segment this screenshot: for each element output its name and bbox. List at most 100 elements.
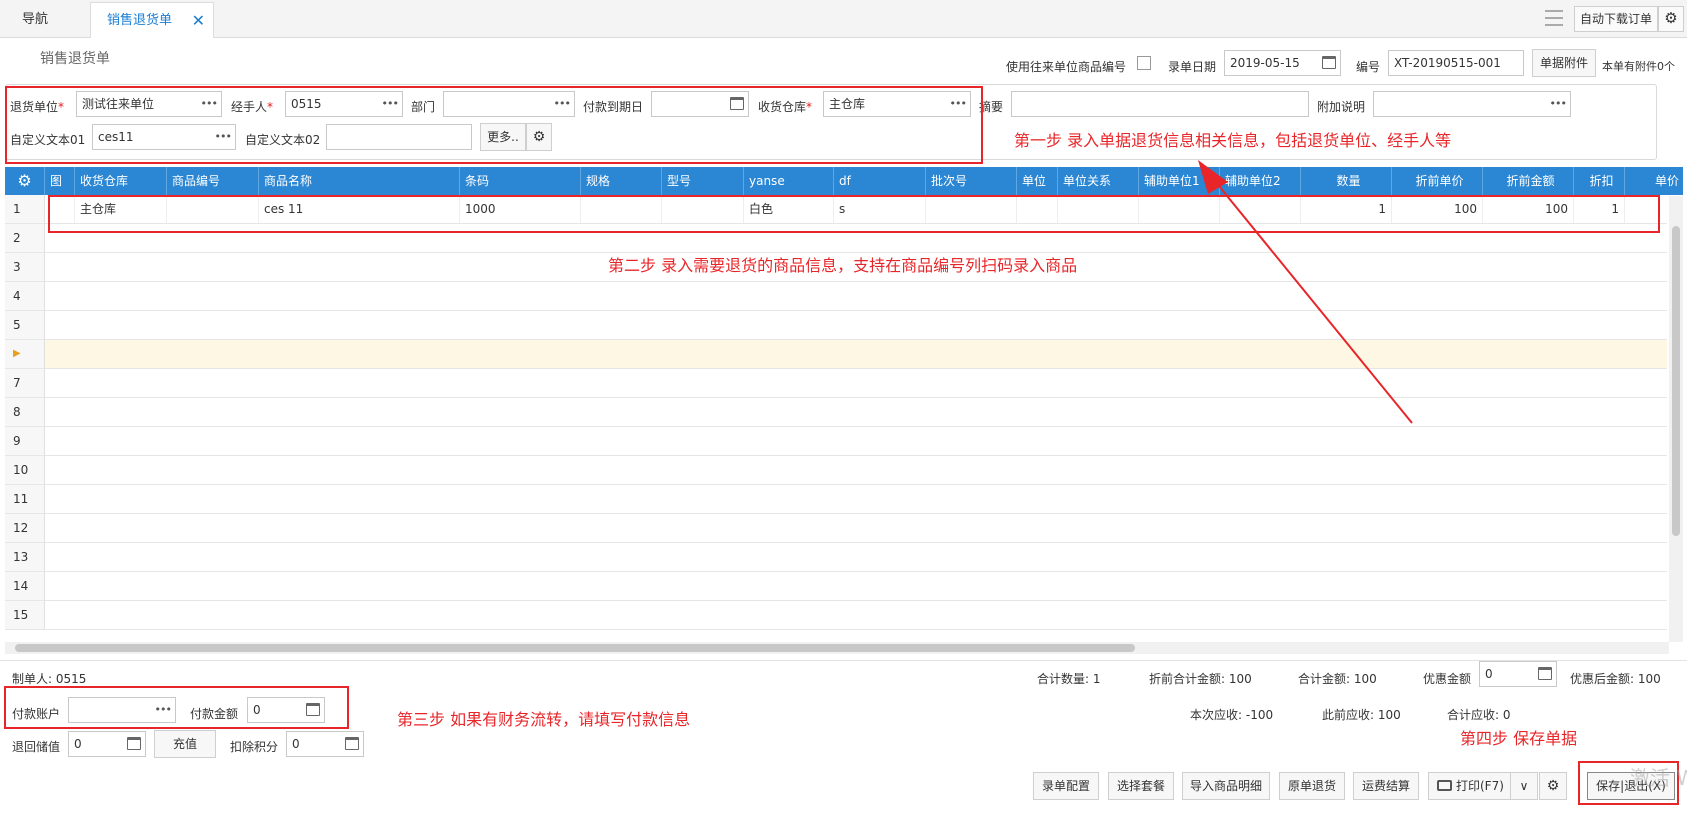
pre-discount-total: 折前合计金额: 100	[1149, 670, 1252, 687]
prev-receivable-label: 此前应收:	[1322, 708, 1375, 722]
horizontal-scrollbar[interactable]	[5, 642, 1669, 654]
row-number: 12	[5, 514, 45, 542]
list-icon[interactable]	[1545, 10, 1563, 26]
column-header[interactable]: 单价	[1625, 167, 1683, 195]
step4-annotation: 第四步 保存单据	[1460, 729, 1578, 748]
stored-value-input[interactable]: 0	[68, 731, 146, 757]
table-row[interactable]: 13	[5, 543, 1667, 572]
select-package-button[interactable]: 选择套餐	[1108, 772, 1174, 800]
total-qty-value: 1	[1092, 672, 1101, 686]
recharge-button[interactable]: 充值	[154, 730, 216, 758]
table-header: ⚙ 图 收货仓库 商品编号 商品名称 条码 规格 型号 yanse df 批次号…	[5, 167, 1683, 195]
date-label: 录单日期	[1168, 60, 1217, 74]
points-input[interactable]: 0	[286, 731, 364, 757]
maker-label: 制单人: 0515	[12, 670, 86, 687]
column-header[interactable]: 商品名称	[259, 167, 460, 195]
calculator-icon[interactable]	[127, 737, 141, 750]
row-number: 9	[5, 427, 45, 455]
discount-amount-value: 0	[1485, 667, 1493, 681]
attachment-button[interactable]: 单据附件	[1532, 49, 1596, 77]
column-header[interactable]: 单位关系	[1058, 167, 1139, 195]
column-header[interactable]: 收货仓库	[75, 167, 167, 195]
after-discount-value: 100	[1637, 672, 1661, 686]
column-header[interactable]: 折前金额	[1483, 167, 1574, 195]
vertical-scrollbar[interactable]	[1669, 196, 1683, 642]
step3-annotation: 第三步 如果有财务流转，请填写付款信息	[397, 710, 691, 729]
discount-amount-input[interactable]: 0	[1479, 661, 1557, 687]
maker-label-text: 制单人:	[12, 672, 53, 686]
column-header[interactable]: 折扣	[1574, 167, 1625, 195]
prev-receivable-value: 100	[1377, 708, 1401, 722]
row-number: 11	[5, 485, 45, 513]
date-value: 2019-05-15	[1230, 56, 1300, 70]
close-icon[interactable]: ✕	[192, 3, 205, 39]
step1-highlight-box	[5, 86, 983, 164]
calculator-icon[interactable]	[1538, 667, 1552, 680]
table-row[interactable]: 15	[5, 601, 1667, 630]
total-receivable-value: 0	[1502, 708, 1511, 722]
column-header[interactable]: 单位	[1017, 167, 1058, 195]
table-row[interactable]: 14	[5, 572, 1667, 601]
bill-no-input[interactable]: XT-20190515-001	[1388, 50, 1524, 76]
column-header[interactable]: 条码	[460, 167, 581, 195]
calendar-icon[interactable]	[1322, 56, 1336, 69]
auto-download-orders-button[interactable]: 自动下载订单	[1574, 6, 1658, 32]
freight-settle-button[interactable]: 运费结算	[1353, 772, 1419, 800]
tab-sales-return[interactable]: 销售退货单 ✕	[90, 2, 214, 38]
maker-value: 0515	[55, 672, 87, 686]
column-header[interactable]: 规格	[581, 167, 662, 195]
table-row[interactable]: 9	[5, 427, 1667, 456]
attachment-info: 本单有附件0个	[1602, 60, 1675, 73]
total-amount-value: 100	[1353, 672, 1377, 686]
step2-annotation: 第二步 录入需要退货的商品信息，支持在商品编号列扫码录入商品	[608, 256, 1078, 275]
stored-value-label: 退回储值	[12, 740, 61, 754]
table-row[interactable]: 12	[5, 514, 1667, 543]
use-partner-code-checkbox[interactable]	[1137, 56, 1151, 70]
print-settings-gear-icon[interactable]: ⚙	[1539, 772, 1567, 800]
print-dropdown-chevron-down-icon[interactable]: ∨	[1510, 772, 1538, 800]
calculator-icon[interactable]	[345, 737, 359, 750]
row-number: 14	[5, 572, 45, 600]
column-header[interactable]: 型号	[662, 167, 744, 195]
extra-label: 附加说明	[1317, 100, 1366, 114]
points-value: 0	[292, 737, 300, 751]
total-qty-label: 合计数量:	[1037, 672, 1090, 686]
more-dots-icon[interactable]: •••	[1550, 92, 1567, 116]
original-return-button[interactable]: 原单退货	[1279, 772, 1345, 800]
column-settings-gear-icon[interactable]: ⚙	[5, 167, 45, 195]
total-receivable: 合计应收: 0	[1447, 706, 1511, 723]
print-label: 打印(F7)	[1456, 779, 1504, 793]
column-header[interactable]: yanse	[744, 167, 834, 195]
step3-highlight-box	[4, 686, 349, 729]
row-number: 4	[5, 282, 45, 310]
row-number: 10	[5, 456, 45, 484]
step1-annotation: 第一步 录入单据退货信息相关信息，包括退货单位、经手人等	[1014, 131, 1452, 150]
row-number: 3	[5, 253, 45, 281]
tab-bar	[0, 0, 1687, 38]
settings-gear-icon[interactable]: ⚙	[1658, 6, 1684, 32]
summary-input[interactable]	[1011, 91, 1309, 117]
extra-input[interactable]: •••	[1373, 91, 1571, 117]
bill-config-button[interactable]: 录单配置	[1033, 772, 1099, 800]
use-partner-code-label: 使用往来单位商品编号	[1006, 60, 1127, 74]
table-row[interactable]: 11	[5, 485, 1667, 514]
tab-navigation[interactable]: 导航	[0, 2, 70, 38]
after-discount: 优惠后金额: 100	[1570, 670, 1661, 687]
column-header[interactable]: 图	[45, 167, 75, 195]
column-header[interactable]: 批次号	[926, 167, 1017, 195]
import-detail-button[interactable]: 导入商品明细	[1182, 772, 1270, 800]
activation-watermark: 激活 W	[1630, 766, 1687, 790]
table-row[interactable]: 10	[5, 456, 1667, 485]
row-number: 7	[5, 369, 45, 397]
date-input[interactable]: 2019-05-15	[1224, 50, 1341, 76]
discount-amount-label: 优惠金额	[1423, 672, 1472, 686]
current-row-arrow-icon: ▶	[5, 340, 45, 368]
printer-icon	[1437, 780, 1452, 791]
column-header[interactable]: df	[834, 167, 926, 195]
row-number: 8	[5, 398, 45, 426]
annotation-arrow-icon	[1198, 160, 1413, 424]
column-header[interactable]: 商品编号	[167, 167, 259, 195]
tab-label: 销售退货单	[107, 13, 173, 28]
receivable-value: -100	[1245, 708, 1274, 722]
pre-total-value: 100	[1228, 672, 1252, 686]
